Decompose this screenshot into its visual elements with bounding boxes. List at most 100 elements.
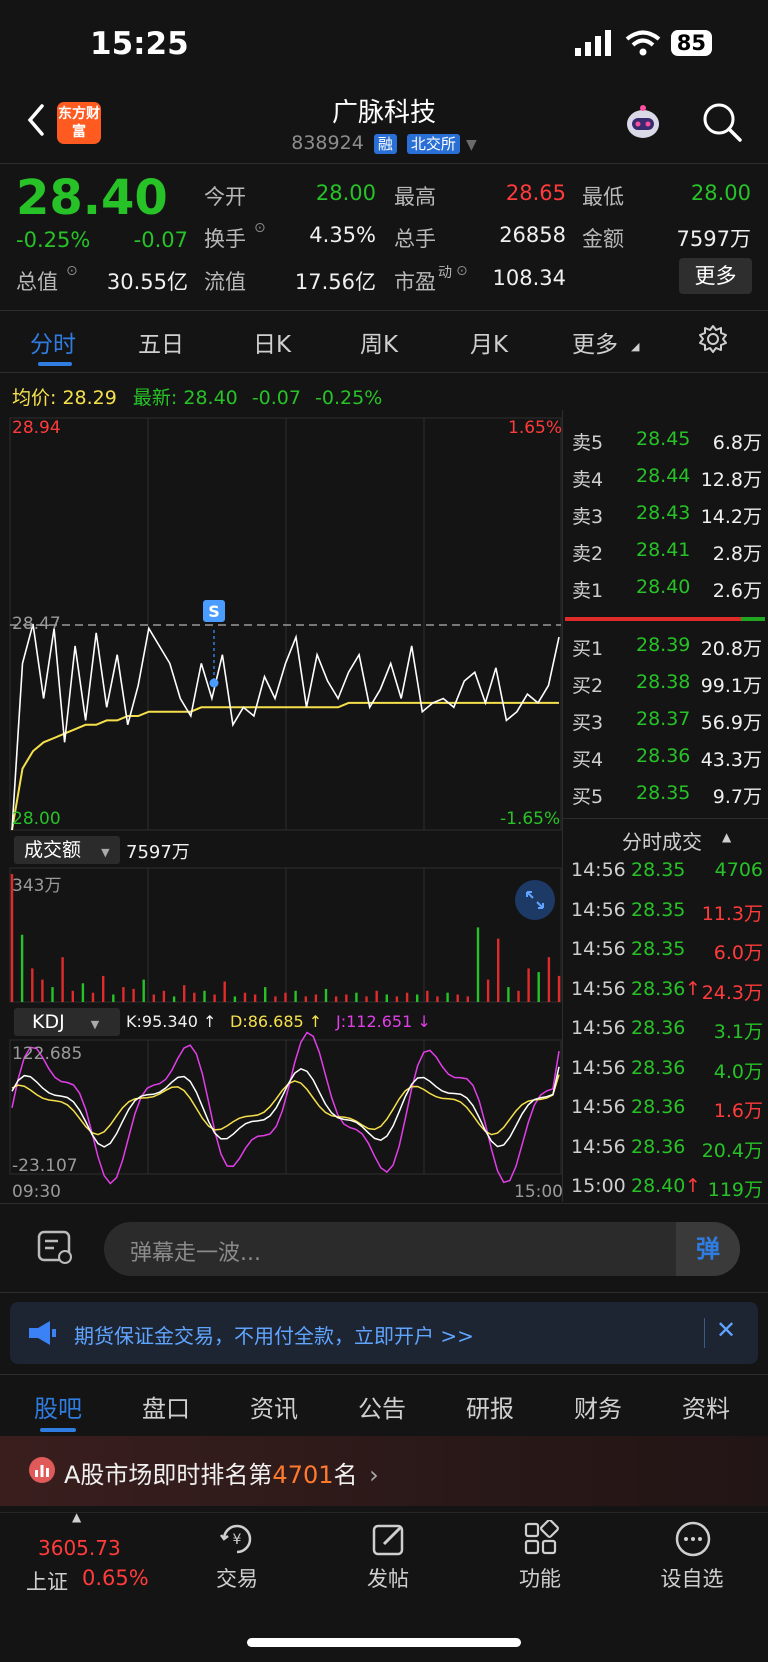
- tab-weekly-k[interactable]: 周K: [360, 325, 398, 359]
- volume-bar: [233, 996, 237, 1002]
- nav-post-label[interactable]: 发帖: [348, 1563, 428, 1593]
- level-price: 28.35: [636, 782, 691, 804]
- bid-row[interactable]: 买5 28.35 9.7万: [572, 782, 762, 808]
- robot-assistant-icon[interactable]: [622, 102, 664, 144]
- ask-row[interactable]: 卖4 28.44 12.8万: [572, 465, 762, 491]
- tab-daily-k[interactable]: 日K: [253, 325, 291, 359]
- bid-row[interactable]: 买2 28.38 99.1万: [572, 671, 762, 697]
- ad-close-icon[interactable]: ✕: [716, 1316, 736, 1344]
- volume-bar: [243, 992, 247, 1002]
- bid-row[interactable]: 买3 28.37 56.9万: [572, 708, 762, 734]
- search-icon[interactable]: [700, 100, 744, 144]
- danmu-placeholder: 弹幕走一波...: [130, 1241, 261, 1266]
- bid-row[interactable]: 买1 28.39 20.8万: [572, 634, 762, 660]
- volume-bar: [112, 994, 115, 1002]
- trade-price: 28.36: [631, 1056, 686, 1079]
- volume-bar: [31, 968, 34, 1002]
- volume-bar: [122, 987, 125, 1002]
- ask-row[interactable]: 卖1 28.40 2.6万: [572, 576, 762, 602]
- nav-trade-label[interactable]: 交易: [197, 1563, 277, 1593]
- tab-five-day[interactable]: 五日: [138, 325, 184, 359]
- info-icon[interactable]: ⊙: [456, 263, 468, 279]
- index-name[interactable]: 上证: [26, 1566, 68, 1596]
- tab-financials[interactable]: 财务: [574, 1389, 622, 1424]
- trades-title[interactable]: 分时成交: [622, 826, 702, 855]
- index-value[interactable]: 3605.73: [38, 1536, 121, 1560]
- bid-row[interactable]: 买4 28.36 43.3万: [572, 745, 762, 771]
- ask-row[interactable]: 卖2 28.41 2.8万: [572, 539, 762, 565]
- volume-bar: [517, 990, 520, 1002]
- more-button[interactable]: 更多: [679, 258, 752, 294]
- y-mid-label: 28.47: [12, 614, 61, 634]
- tab-monthly-k[interactable]: 月K: [470, 325, 508, 359]
- volume-bar: [51, 987, 54, 1002]
- post-icon[interactable]: [370, 1520, 408, 1558]
- signal-icon: [574, 30, 611, 56]
- volume-bar: [314, 994, 318, 1002]
- volume-bar: [61, 957, 64, 1002]
- level-label: 买4: [572, 749, 604, 771]
- ask-row[interactable]: 卖3 28.43 14.2万: [572, 502, 762, 528]
- level-price: 28.40: [636, 576, 691, 598]
- tab-intraday[interactable]: 分时: [30, 325, 76, 359]
- settings-gear-icon[interactable]: [698, 324, 728, 354]
- trade-time: 14:56: [571, 1017, 626, 1039]
- caret-up-icon: ▲: [72, 1510, 82, 1524]
- nav-watchlist-label[interactable]: 设自选: [652, 1563, 732, 1593]
- more-icon[interactable]: [674, 1520, 712, 1558]
- amount-value: 7597万: [676, 227, 751, 251]
- danmu-send-button[interactable]: 弹: [676, 1222, 740, 1276]
- tab-research[interactable]: 研报: [466, 1389, 514, 1424]
- tab-news[interactable]: 资讯: [250, 1389, 298, 1424]
- status-icons: 85: [574, 30, 712, 56]
- chevron-down-icon: ▼: [90, 1018, 100, 1031]
- trade-time: 14:56: [571, 1096, 626, 1118]
- wifi-icon: [625, 30, 661, 56]
- apps-icon[interactable]: [522, 1520, 560, 1558]
- tab-announcements[interactable]: 公告: [358, 1389, 406, 1424]
- volume-bar: [355, 992, 358, 1002]
- level-label: 买1: [572, 638, 604, 660]
- nav-apps-label[interactable]: 功能: [500, 1563, 580, 1593]
- rank-text[interactable]: A股市场即时排名第4701名 ›: [64, 1455, 379, 1490]
- expand-button[interactable]: [515, 880, 555, 920]
- ad-text[interactable]: 期货保证金交易，不用付全款，立即开户 >>: [74, 1320, 474, 1349]
- latest-change: -0.07: [251, 387, 301, 409]
- dropdown-icon: ▼: [465, 137, 477, 153]
- kdj-indicator-select[interactable]: KDJ ▼: [14, 1008, 120, 1036]
- exchange-tag: 北交所: [406, 134, 460, 154]
- volume-indicator-select[interactable]: 成交额 ▼: [14, 836, 120, 864]
- tab-market-depth[interactable]: 盘口: [142, 1389, 190, 1424]
- avg-value: 28.29: [62, 387, 117, 409]
- level-price: 28.45: [636, 428, 691, 450]
- change-percent: -0.25%: [16, 228, 91, 252]
- tab-more[interactable]: 更多: [572, 325, 618, 359]
- tab-profile[interactable]: 资料: [682, 1389, 730, 1424]
- chevron-right-icon: ›: [369, 1461, 379, 1489]
- trade-time: 14:56: [571, 938, 626, 960]
- high-label: 最高: [394, 185, 436, 209]
- rank-prefix: A股市场即时排名第: [64, 1461, 273, 1489]
- tab-forum[interactable]: 股吧: [34, 1389, 82, 1424]
- ask-row[interactable]: 卖5 28.45 6.8万: [572, 428, 762, 454]
- rank-chart-icon: [29, 1457, 55, 1483]
- volume-bar: [274, 996, 277, 1002]
- rank-suffix: 名: [333, 1461, 358, 1489]
- volume-bar: [527, 968, 530, 1002]
- level-price: 28.38: [636, 671, 691, 693]
- info-icon[interactable]: ⊙: [66, 263, 78, 279]
- trade-icon[interactable]: ¥: [218, 1520, 256, 1558]
- volume-bar: [304, 996, 307, 1002]
- danmu-toggle-icon[interactable]: [36, 1228, 74, 1266]
- trade-row: 14:56 28.35 6.0万: [571, 938, 763, 964]
- volume-bar: [20, 934, 24, 1002]
- info-icon[interactable]: ⊙: [254, 220, 266, 236]
- index-pct[interactable]: 0.65%: [82, 1566, 149, 1590]
- amount-label: 金额: [582, 227, 624, 251]
- trade-volume: 4706: [714, 859, 763, 881]
- market-cap-value: 30.55亿: [106, 270, 188, 294]
- trade-price: 28.40: [631, 1175, 686, 1197]
- status-time: 15:25: [90, 26, 189, 62]
- trade-row: 14:56 28.36 ↑ 24.3万: [571, 978, 763, 1004]
- intraday-chart[interactable]: S: [0, 410, 563, 1205]
